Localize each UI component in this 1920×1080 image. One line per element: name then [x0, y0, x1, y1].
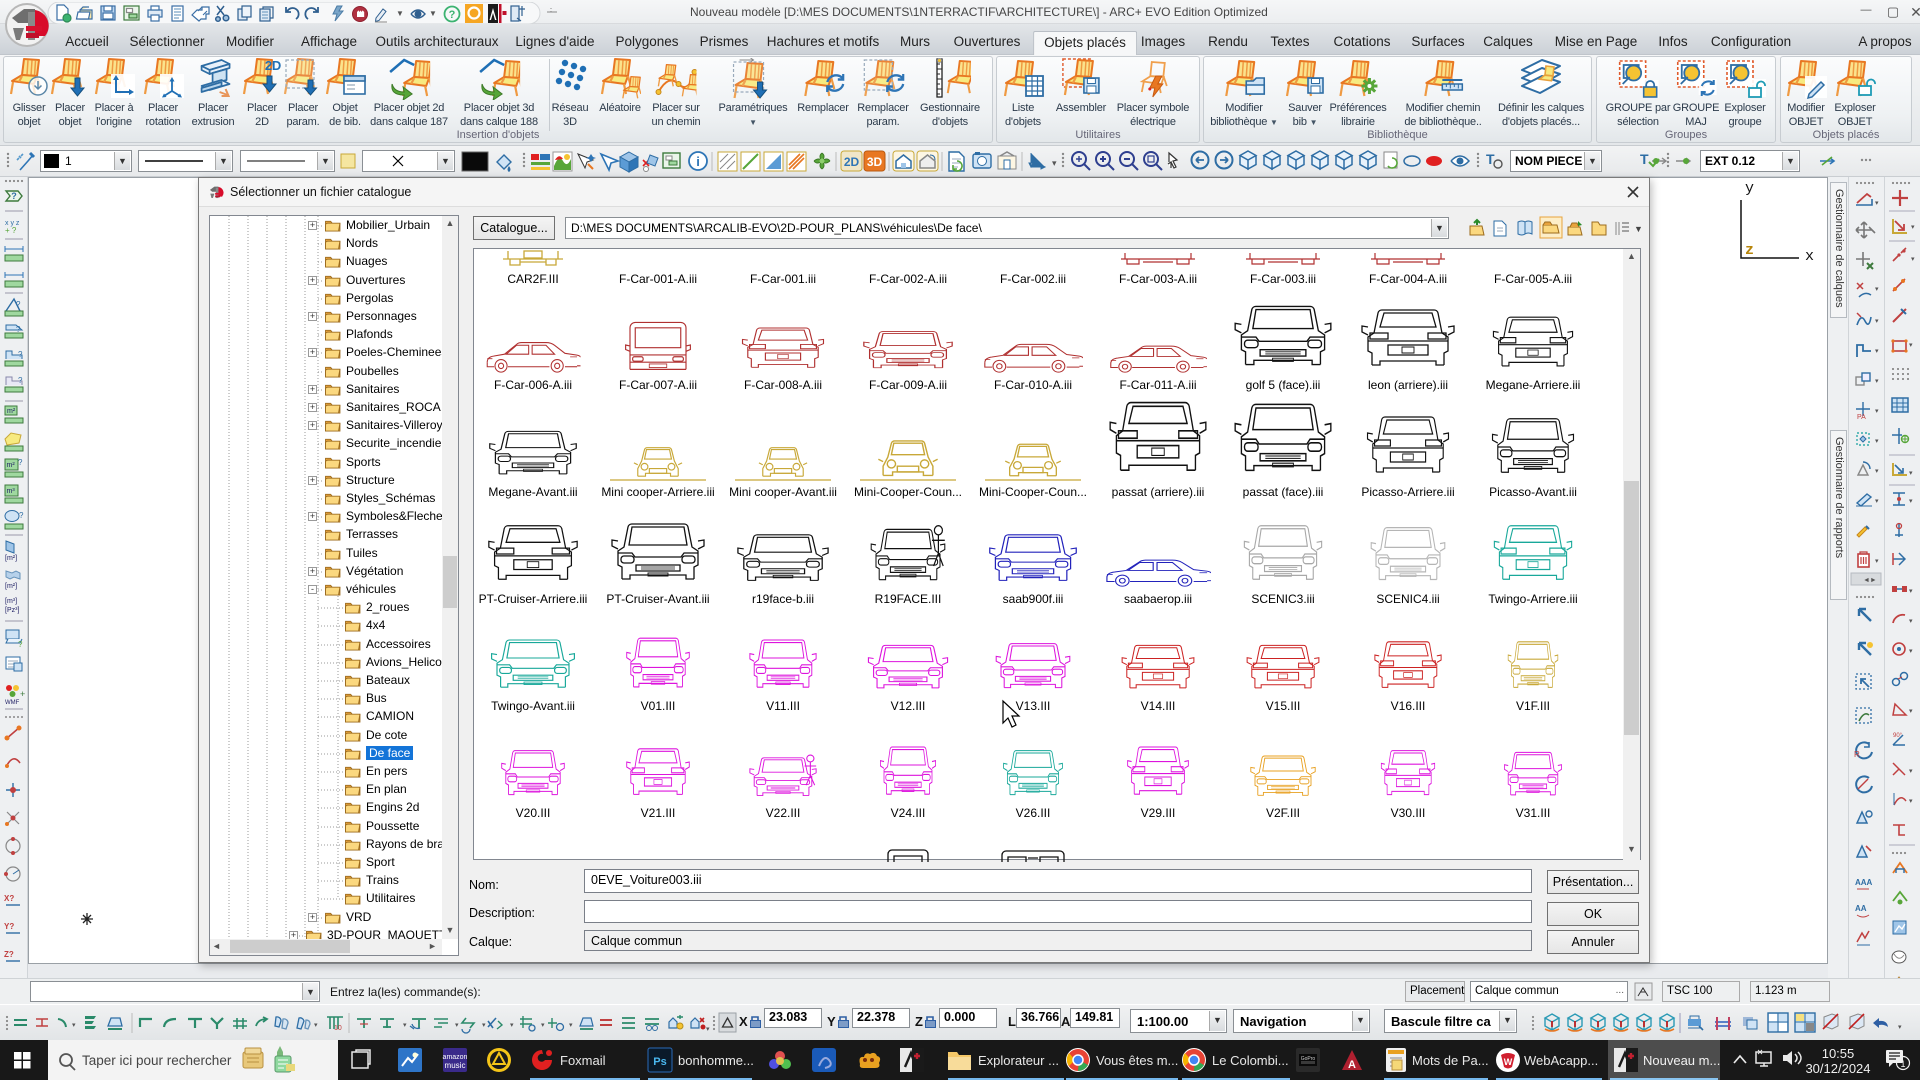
svg-text:◄►: ◄► [1863, 577, 1877, 584]
svg-text:?: ? [11, 191, 17, 201]
svg-text:+ ?: + ? [5, 226, 17, 235]
svg-text:▾: ▾ [1875, 498, 1879, 505]
svg-text:A: A [1348, 1059, 1356, 1071]
svg-text:WMF: WMF [5, 700, 20, 706]
svg-text:▾: ▾ [1875, 438, 1879, 445]
svg-text:▾: ▾ [72, 1022, 76, 1029]
svg-text:bonhomme...: bonhomme... [678, 1053, 754, 1068]
svg-text:m²: m² [7, 462, 16, 469]
svg-text:▾: ▾ [1875, 200, 1879, 207]
svg-text:▾: ▾ [706, 1026, 710, 1033]
svg-text:▾: ▾ [1898, 1024, 1902, 1031]
svg-text:▾: ▾ [455, 1022, 459, 1029]
svg-text:▾: ▾ [1909, 618, 1913, 625]
svg-text:▾: ▾ [1909, 768, 1913, 775]
svg-text:x: x [1805, 248, 1814, 265]
svg-text:X: X [739, 1014, 748, 1029]
svg-text:WebAcapp...: WebAcapp... [1524, 1053, 1598, 1068]
svg-text:Z?: Z? [4, 950, 14, 959]
svg-text:Explorateur ...: Explorateur ... [978, 1053, 1059, 1068]
svg-text:music: music [445, 1061, 466, 1070]
svg-text:Taper ici pour rechercher: Taper ici pour rechercher [82, 1053, 232, 1068]
svg-text:▾: ▾ [510, 1022, 514, 1029]
svg-text:Le Colombi...: Le Colombi... [1212, 1053, 1289, 1068]
svg-text:?: ? [449, 9, 456, 21]
svg-text:Y: Y [827, 1014, 836, 1029]
svg-text:▾: ▾ [541, 1022, 545, 1029]
svg-text:▼: ▼ [396, 9, 404, 18]
svg-text:Foxmail: Foxmail [560, 1053, 606, 1068]
svg-text:▾: ▾ [1875, 378, 1879, 385]
svg-text:Z: Z [915, 1014, 923, 1029]
svg-text:▾: ▾ [1909, 648, 1913, 655]
svg-text:Nouveau m...: Nouveau m... [1643, 1053, 1720, 1068]
svg-text:AAA: AAA [1855, 878, 1873, 887]
svg-text:1: 1 [1900, 1059, 1905, 1069]
svg-text:?: ? [19, 511, 24, 520]
svg-text:?: ? [18, 640, 23, 649]
svg-text:i: i [696, 154, 700, 169]
svg-text:▾: ▾ [1875, 468, 1879, 475]
svg-text:▾: ▾ [1911, 256, 1915, 263]
svg-text:▾: ▾ [1875, 286, 1879, 293]
svg-text:▾: ▾ [1909, 798, 1913, 805]
svg-text:Vous êtes m...: Vous êtes m... [1096, 1053, 1178, 1068]
svg-text:▾: ▾ [1052, 158, 1057, 168]
svg-text:▾: ▾ [569, 1022, 573, 1029]
svg-text:?: ? [18, 376, 23, 385]
svg-text:Ps: Ps [653, 1056, 666, 1068]
svg-text:X?: X? [4, 894, 14, 903]
svg-text:▾: ▾ [1909, 470, 1913, 477]
svg-text:2D: 2D [844, 155, 860, 169]
svg-text:30/12/2024: 30/12/2024 [1805, 1061, 1870, 1076]
svg-text:[m²]: [m²] [5, 555, 17, 562]
svg-text:+: + [20, 689, 25, 699]
svg-text:▾: ▾ [403, 1022, 407, 1029]
svg-text:Mots de Pa...: Mots de Pa... [1412, 1053, 1489, 1068]
svg-text:AA: AA [1855, 904, 1867, 913]
svg-text:W: W [1504, 1057, 1513, 1067]
svg-text:L: L [1008, 1014, 1016, 1029]
svg-text:3D: 3D [867, 155, 883, 169]
svg-text:▾: ▾ [1909, 588, 1913, 595]
svg-text:?: ? [18, 350, 23, 359]
svg-text:[Pz³]: [Pz³] [5, 607, 19, 614]
svg-text:10:55: 10:55 [1822, 1046, 1855, 1061]
svg-text:▾: ▾ [482, 1022, 486, 1029]
svg-text:▼: ▼ [1634, 224, 1641, 234]
svg-text:T: T [1640, 151, 1649, 167]
svg-text:10: 10 [334, 1025, 342, 1032]
svg-text:[m³]: [m³] [5, 598, 17, 605]
svg-text:90°: 90° [1893, 733, 1903, 739]
svg-text:y: y [1745, 180, 1754, 197]
svg-text:▾: ▾ [1875, 348, 1879, 355]
svg-text:R: R [1854, 750, 1860, 759]
svg-text:▾: ▾ [1911, 224, 1915, 231]
svg-text:PA: PA [1857, 414, 1866, 421]
svg-text:▾: ▾ [1875, 318, 1879, 325]
svg-text:?: ? [16, 325, 21, 334]
svg-text:?: ? [16, 300, 21, 309]
svg-text:▾: ▾ [1909, 498, 1913, 505]
svg-text:m³: m³ [7, 488, 16, 495]
svg-text:▾: ▾ [1909, 708, 1913, 715]
svg-text:[m²]: [m²] [5, 583, 17, 590]
svg-text:z: z [1745, 242, 1754, 259]
svg-text:2D: 2D [265, 58, 281, 73]
svg-text:m²: m² [7, 408, 16, 415]
svg-text:?: ? [18, 458, 23, 467]
svg-text:▼: ▼ [429, 9, 437, 18]
svg-text:▾: ▾ [1875, 408, 1879, 415]
svg-text:▾: ▾ [314, 1022, 318, 1029]
svg-text:Y?: Y? [4, 922, 14, 931]
svg-text:▾: ▾ [1875, 558, 1879, 565]
svg-text:▾: ▾ [1909, 342, 1913, 349]
svg-text:amazon: amazon [443, 1054, 468, 1061]
